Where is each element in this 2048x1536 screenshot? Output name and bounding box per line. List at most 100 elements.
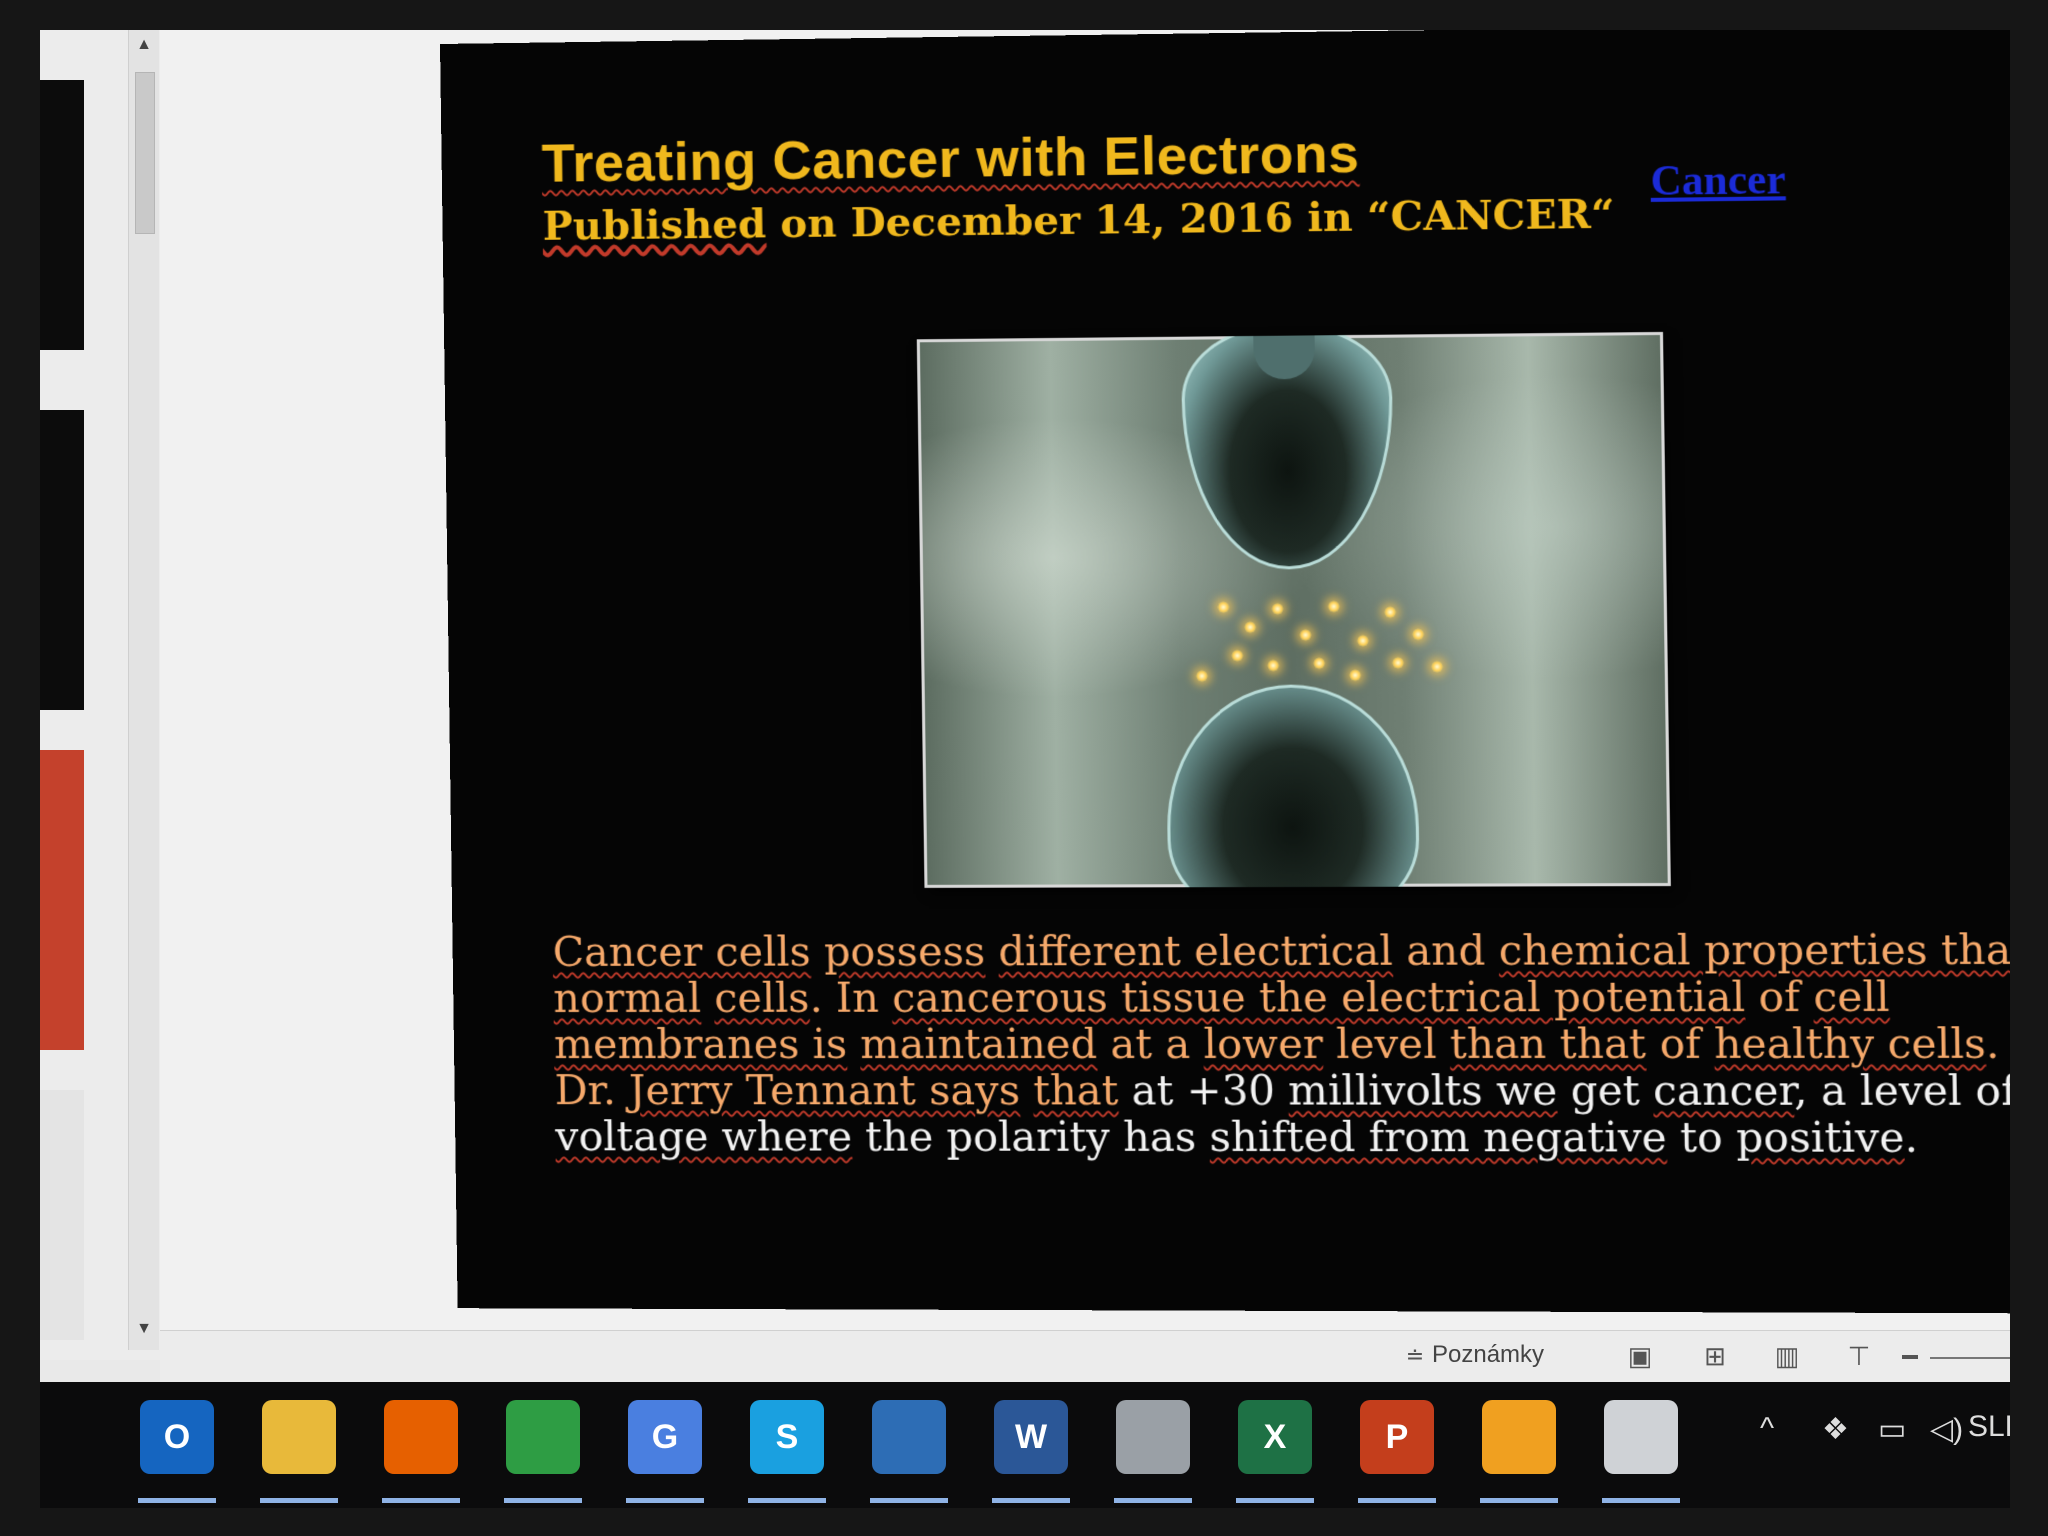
running-indicator	[748, 1498, 826, 1503]
google-translate-icon[interactable]: G	[628, 1400, 702, 1474]
reading-view-icon[interactable]: ▥	[1772, 1341, 1802, 1371]
neurotransmitter-dot	[1231, 649, 1244, 662]
body-text-segment: Jerry Tennant says	[628, 1066, 1021, 1115]
slide-thumbnails-pane: ▲ ▼	[40, 30, 160, 1360]
excel-icon[interactable]: X	[1238, 1400, 1312, 1474]
body-text-segment	[701, 974, 715, 1022]
firefox-icon[interactable]	[384, 1400, 458, 1474]
body-text-segment: voltage where	[554, 1112, 853, 1161]
slide[interactable]: Treating Cancer with Electrons Published…	[440, 30, 2010, 1314]
movie-maker-icon[interactable]	[1604, 1400, 1678, 1474]
body-text-segment: millivolts we	[1287, 1066, 1558, 1115]
body-text-segment	[847, 1020, 861, 1068]
running-indicator	[1480, 1498, 1558, 1503]
body-text-segment: healthy cells	[1713, 1019, 1987, 1069]
running-indicator	[1114, 1498, 1192, 1503]
zoom-slider[interactable]	[1930, 1357, 2010, 1359]
scrollbar-thumb[interactable]	[135, 72, 155, 234]
language-indicator[interactable]: SLK	[1968, 1410, 2010, 1444]
running-indicator	[626, 1498, 704, 1503]
body-text-segment: get	[1556, 1066, 1654, 1115]
slide-title[interactable]: Treating Cancer with Electrons	[541, 122, 1359, 195]
slide-thumbnail[interactable]	[40, 80, 84, 350]
body-text-segment: at a	[1096, 1019, 1204, 1069]
body-text-segment: level	[1322, 1019, 1451, 1069]
outlook-icon[interactable]: O	[140, 1400, 214, 1474]
body-text-segment: to	[1666, 1112, 1737, 1162]
scroll-up-icon[interactable]: ▲	[135, 36, 153, 54]
body-text-segment: different electrical	[998, 926, 1394, 976]
slide-thumbnail[interactable]	[40, 1090, 84, 1340]
chrome-icon[interactable]	[506, 1400, 580, 1474]
neurotransmitter-dot	[1383, 606, 1397, 619]
running-indicator	[382, 1498, 460, 1503]
subtitle-date: on December 14, 2016 in “CANCER“	[765, 190, 1616, 248]
running-indicator	[1602, 1498, 1680, 1503]
monitor-frame: ▲ ▼ Treating Cancer with Electrons Publi…	[0, 0, 2048, 1536]
body-text-segment: cells	[713, 973, 810, 1022]
file-explorer-icon[interactable]	[262, 1400, 336, 1474]
body-text-segment: lower	[1203, 1019, 1324, 1069]
slide-show-icon[interactable]: ⊤	[1844, 1341, 1874, 1371]
running-indicator	[138, 1498, 216, 1503]
neurotransmitter-dot	[1411, 628, 1425, 641]
network-icon[interactable]: ▭	[1878, 1412, 1906, 1447]
body-text-segment	[985, 927, 999, 975]
neurotransmitter-dot	[1244, 621, 1257, 634]
neuron-terminal-bottom	[1165, 684, 1421, 888]
running-indicator	[1236, 1498, 1314, 1503]
body-text-segment: cancer	[1652, 1066, 1795, 1115]
neurotransmitter-dot	[1217, 601, 1230, 614]
running-indicator	[504, 1498, 582, 1503]
thumbnails-scrollbar[interactable]: ▲ ▼	[128, 30, 159, 1350]
powerpoint-icon[interactable]: P	[1360, 1400, 1434, 1474]
neurotransmitter-dot	[1348, 669, 1362, 682]
body-text-segment: positive	[1735, 1112, 1905, 1162]
snipping-tool-icon[interactable]	[1116, 1400, 1190, 1474]
slide-thumbnail[interactable]	[40, 410, 84, 710]
screen: ▲ ▼ Treating Cancer with Electrons Publi…	[40, 30, 2010, 1508]
normal-view-icon[interactable]: ▣	[1625, 1341, 1655, 1371]
notes-button[interactable]: Poznámky	[1432, 1341, 1544, 1369]
skype-icon[interactable]: S	[750, 1400, 824, 1474]
running-indicator	[870, 1498, 948, 1503]
neurotransmitter-dot	[1356, 634, 1370, 647]
neuron-terminal-top	[1180, 331, 1395, 571]
dropbox-icon[interactable]: ❖	[1822, 1412, 1849, 1447]
subtitle-published: Published	[542, 200, 767, 250]
running-indicator	[260, 1498, 338, 1503]
notes-icon[interactable]: ≐	[1400, 1341, 1430, 1371]
pinwheel-app-icon[interactable]	[1482, 1400, 1556, 1474]
body-text-segment: of	[1744, 972, 1814, 1022]
body-text-segment: than that	[1449, 1019, 1647, 1069]
body-text-segment: .	[1903, 1112, 1919, 1162]
body-text-segment: . In	[809, 973, 893, 1022]
body-text-segment: shifted from negative	[1209, 1112, 1668, 1162]
neurotransmitter-dot	[1391, 656, 1405, 669]
body-text-segment: possess	[823, 927, 986, 976]
body-text-segment: , a level of	[1793, 1066, 2010, 1116]
slide-body-text[interactable]: Cancer cells possess different electrica…	[552, 925, 2010, 1162]
neurotransmitter-dot	[1271, 602, 1284, 615]
body-text-segment: that	[1032, 1066, 1119, 1115]
neurotransmitter-dot	[1267, 659, 1280, 672]
body-text-segment: of	[1645, 1019, 1715, 1069]
word-icon[interactable]: W	[994, 1400, 1068, 1474]
slide-thumbnail[interactable]	[40, 750, 84, 1050]
zoom-out-icon[interactable]	[1902, 1355, 1918, 1359]
category-link[interactable]: Cancer	[1650, 156, 1786, 206]
neurotransmitter-dot	[1312, 657, 1326, 670]
body-text-segment: and	[1392, 926, 1500, 975]
body-text-segment	[810, 927, 824, 975]
running-indicator	[1358, 1498, 1436, 1503]
neurotransmitter-dot	[1327, 600, 1340, 613]
slide-sorter-icon[interactable]: ⊞	[1700, 1341, 1730, 1371]
show-hidden-icons-icon[interactable]: ^	[1760, 1412, 1774, 1446]
synapse-image[interactable]	[916, 331, 1671, 888]
volume-icon[interactable]: ◁)	[1930, 1412, 1963, 1447]
scroll-down-icon[interactable]: ▼	[135, 1320, 153, 1338]
thunderbird-icon[interactable]	[872, 1400, 946, 1474]
slide-subtitle[interactable]: Published on December 14, 2016 in “CANCE…	[542, 190, 1615, 250]
body-text-segment: Cancer cells	[552, 927, 812, 976]
neurotransmitter-dot	[1299, 628, 1312, 642]
